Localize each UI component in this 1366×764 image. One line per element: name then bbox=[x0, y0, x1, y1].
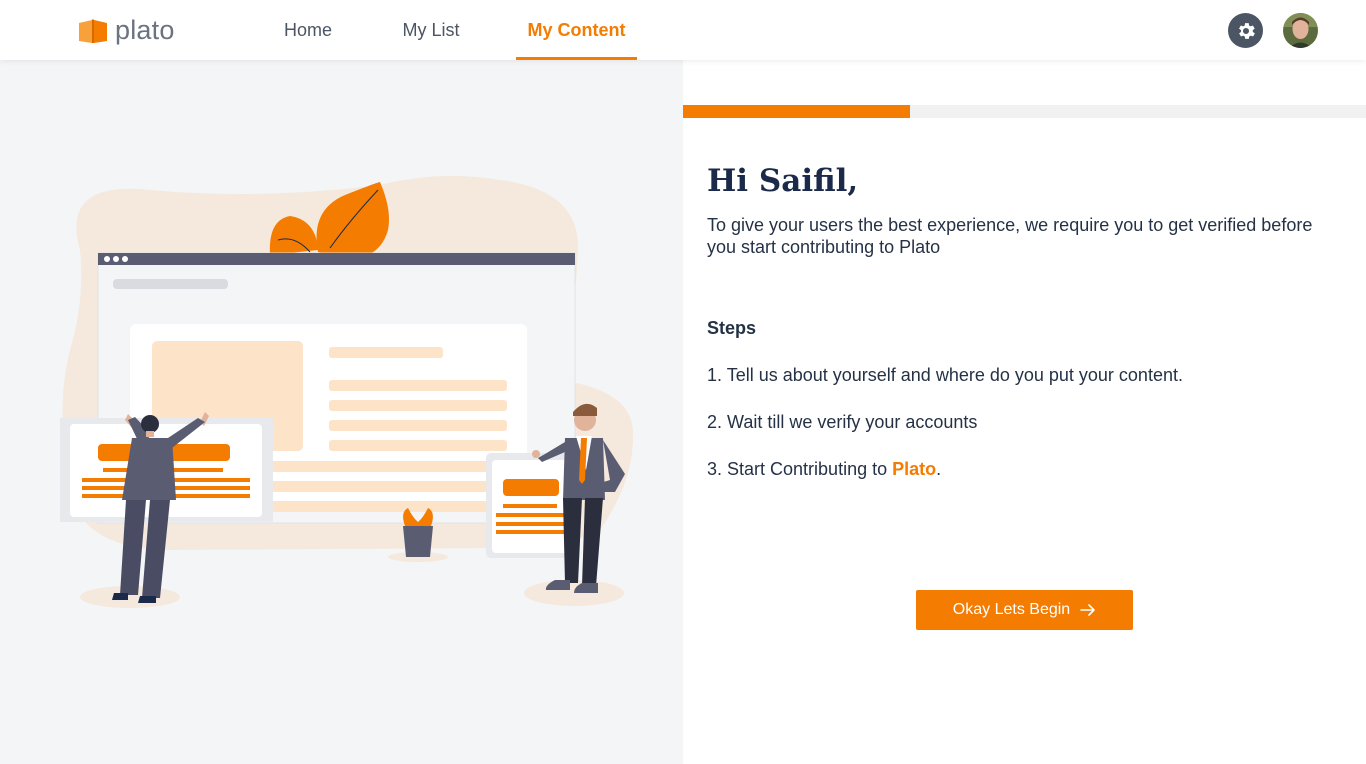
onboarding-illustration bbox=[60, 176, 634, 608]
okay-lets-begin-button[interactable]: Okay Lets Begin bbox=[916, 590, 1133, 630]
nav-home[interactable]: Home bbox=[270, 0, 346, 60]
settings-button[interactable] bbox=[1228, 13, 1263, 48]
greeting-heading: Hi Saifil, bbox=[707, 163, 859, 199]
plato-logo[interactable]: plato bbox=[77, 15, 175, 46]
user-avatar[interactable] bbox=[1283, 13, 1318, 48]
cta-label: Okay Lets Begin bbox=[952, 601, 1071, 618]
plato-highlight: Plato bbox=[892, 459, 937, 479]
avatar-icon bbox=[1283, 13, 1318, 48]
book-logo-icon bbox=[79, 18, 107, 43]
nav-my-list[interactable]: My List bbox=[388, 0, 474, 60]
intro-text: To give your users the best experience, … bbox=[707, 215, 1313, 257]
step-3: 3. Start Contributing to Plato. bbox=[707, 459, 941, 480]
top-navigation-bar: plato Home My List My Content bbox=[0, 0, 1366, 60]
step-1: 1. Tell us about yourself and where do y… bbox=[707, 365, 1183, 385]
progress-bar bbox=[683, 105, 1366, 118]
onboarding-panel: Hi Saifil, To give your users the best e… bbox=[683, 60, 1366, 764]
arrow-right-icon bbox=[1080, 604, 1096, 616]
progress-bar-fill bbox=[683, 105, 911, 118]
steps-heading: Steps bbox=[707, 318, 757, 338]
logo-text: plato bbox=[115, 15, 175, 45]
step-2: 2. Wait till we verify your accounts bbox=[707, 412, 978, 432]
step-3-text: 3. Start Contributing to bbox=[707, 459, 893, 479]
step-3-suffix: . bbox=[936, 459, 942, 479]
nav-my-content[interactable]: My Content bbox=[516, 0, 637, 60]
illustration-panel bbox=[0, 60, 683, 764]
gear-icon bbox=[1238, 22, 1255, 39]
